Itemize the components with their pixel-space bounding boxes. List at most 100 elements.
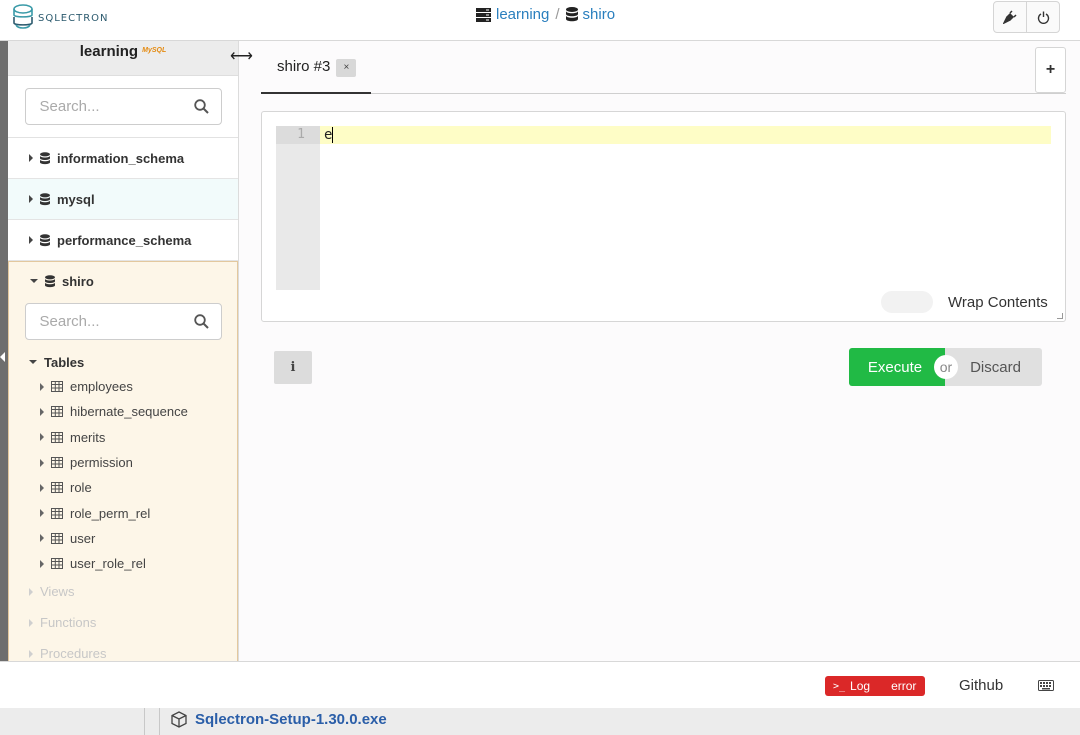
table-search	[24, 303, 222, 340]
keyboard-icon[interactable]	[1038, 680, 1054, 691]
caret-right-icon	[40, 433, 44, 442]
database-item-information-schema[interactable]: information_schema	[8, 138, 238, 179]
table-item[interactable]: user_role_rel	[9, 551, 237, 576]
divider	[159, 708, 160, 735]
table-icon	[51, 431, 63, 443]
table-label: user	[70, 530, 96, 546]
execute-button-group: Execute Discard or	[849, 348, 1042, 386]
execute-button[interactable]: Execute	[849, 348, 945, 386]
database-item-performance-schema[interactable]: performance_schema	[8, 220, 238, 261]
table-list: employees hibernate_sequencemerits permiss…	[9, 374, 237, 576]
package-icon	[171, 711, 187, 728]
wrap-contents-label: Wrap Contents	[948, 294, 1048, 311]
table-icon	[51, 532, 63, 544]
database-icon	[40, 192, 50, 205]
table-label: user_role_rel	[70, 556, 146, 572]
group-tables-label: Tables	[44, 354, 85, 370]
divider	[144, 708, 145, 735]
search-icon[interactable]	[193, 99, 209, 114]
info-button[interactable]: i	[274, 351, 312, 384]
database-search-input[interactable]	[25, 89, 176, 124]
sidebar-collapse-strip[interactable]	[0, 41, 8, 661]
logo-text: SQLECTRON	[38, 12, 109, 24]
plug-icon	[1003, 10, 1017, 24]
group-functions-label: Functions	[40, 615, 97, 631]
caret-right-icon	[40, 458, 44, 467]
table-item[interactable]: user	[9, 526, 237, 551]
log-status: error	[891, 679, 917, 693]
connection-title-label: learning	[79, 43, 139, 60]
wrap-contents-toggle[interactable]	[881, 291, 933, 313]
disconnect-button[interactable]	[993, 1, 1027, 33]
log-button[interactable]: >_ Log error	[825, 676, 925, 696]
table-search-input[interactable]	[25, 304, 176, 339]
download-item[interactable]: Sqlectron-Setup-1.30.0.exe	[171, 711, 387, 728]
tab-shiro-3[interactable]: shiro #3 ×	[261, 41, 371, 94]
group-tables[interactable]: Tables	[9, 350, 237, 374]
table-icon	[51, 558, 63, 570]
table-icon	[51, 381, 63, 393]
server-icon	[476, 7, 491, 22]
group-views-label: Views	[40, 584, 75, 600]
group-procedures[interactable]: Procedures	[9, 638, 237, 661]
table-item[interactable]: hibernate_sequence	[9, 399, 237, 424]
power-button[interactable]	[1026, 1, 1060, 33]
table-icon	[51, 457, 63, 469]
breadcrumb-connection-label: learning	[496, 6, 550, 23]
database-icon	[45, 274, 55, 287]
query-tabbar: shiro #3 × +	[261, 41, 1066, 94]
caret-right-icon	[40, 509, 44, 518]
editor-active-line[interactable]	[276, 126, 1051, 144]
caret-right-icon	[29, 154, 33, 162]
caret-right-icon	[29, 195, 33, 203]
group-views[interactable]: Views	[9, 576, 237, 607]
caret-right-icon	[29, 618, 33, 627]
app-footer: >_ Log error Github	[0, 661, 1080, 708]
github-link[interactable]: Github	[959, 677, 1003, 694]
discard-button[interactable]: Discard	[945, 348, 1042, 386]
tab-close-button[interactable]: ×	[336, 58, 357, 77]
database-label: information_schema	[57, 150, 185, 166]
breadcrumb-connection[interactable]: learning	[476, 6, 549, 23]
table-label: role_perm_rel	[70, 505, 151, 521]
table-item[interactable]: merits	[9, 425, 237, 450]
database-item-mysql[interactable]: mysql	[8, 179, 238, 220]
caret-right-icon	[40, 407, 44, 416]
breadcrumb-database[interactable]: shiro	[565, 6, 616, 23]
breadcrumb: learning / shiro	[476, 6, 615, 23]
text-cursor	[332, 127, 334, 143]
caret-right-icon	[29, 649, 33, 658]
connection-title: learning MySQL	[8, 41, 238, 76]
caret-down-icon	[29, 360, 37, 364]
table-item[interactable]: employees	[9, 374, 237, 399]
table-label: hibernate_sequence	[70, 404, 188, 420]
breadcrumb-separator: /	[555, 6, 560, 23]
sqlectron-logo-icon	[13, 4, 33, 29]
database-icon	[40, 233, 50, 246]
table-item[interactable]: role_perm_rel	[9, 500, 237, 525]
sidebar-search	[24, 88, 222, 125]
download-bar: Sqlectron-Setup-1.30.0.exe	[0, 708, 1080, 735]
database-icon	[565, 7, 578, 22]
table-item[interactable]: role	[9, 475, 237, 500]
group-functions[interactable]: Functions	[9, 607, 237, 638]
caret-right-icon	[40, 382, 44, 391]
table-item[interactable]: permission	[9, 450, 237, 475]
add-tab-button[interactable]: +	[1035, 47, 1066, 93]
table-search-wrap	[9, 300, 237, 350]
editor-resize-handle[interactable]	[1057, 313, 1063, 319]
query-editor-card: 1 e Wrap Contents	[261, 111, 1066, 322]
tab-label: shiro #3	[277, 58, 331, 75]
database-item-shiro[interactable]: shiro	[9, 262, 237, 300]
table-label: role	[70, 480, 92, 496]
database-label: performance_schema	[57, 232, 192, 248]
search-icon[interactable]	[193, 314, 209, 329]
sql-editor[interactable]: e	[324, 126, 334, 144]
resize-handle-icon[interactable]: ⟷	[230, 46, 253, 66]
table-label: permission	[70, 455, 133, 471]
sqlectron-logo: SQLECTRON	[12, 3, 109, 33]
editor-gutter	[276, 126, 320, 290]
mysql-logo: MySQL	[142, 47, 167, 54]
breadcrumb-database-label: shiro	[582, 6, 616, 23]
table-icon	[51, 482, 63, 494]
